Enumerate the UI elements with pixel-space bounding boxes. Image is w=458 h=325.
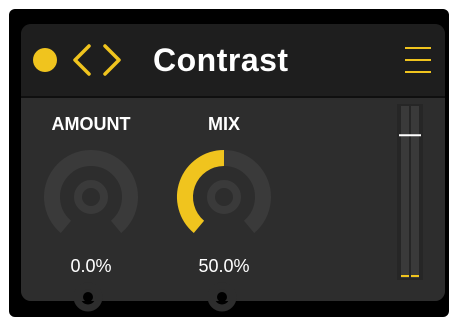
chevron-left-icon[interactable] bbox=[69, 42, 93, 78]
device-panel: Contrast AMOUNT 0.0% MIX 50.0% bbox=[21, 24, 445, 301]
device-body: AMOUNT 0.0% MIX 50.0% bbox=[21, 98, 445, 301]
device-title: Contrast bbox=[153, 42, 289, 78]
amount-knob[interactable] bbox=[36, 142, 146, 252]
meter-right-channel bbox=[411, 106, 419, 278]
mix-knob[interactable] bbox=[169, 142, 279, 252]
mix-value: 50.0% bbox=[198, 256, 250, 276]
amount-label: AMOUNT bbox=[51, 114, 131, 134]
meter-left-channel bbox=[401, 106, 409, 278]
power-dot-icon[interactable] bbox=[33, 48, 57, 72]
device-header: Contrast bbox=[21, 24, 445, 96]
amount-value: 0.0% bbox=[70, 256, 112, 276]
amount-knob-track bbox=[44, 150, 138, 233]
mix-mod-port-icon[interactable] bbox=[207, 282, 237, 312]
amount-knob-center-icon bbox=[74, 180, 108, 214]
amount-mod-port-icon[interactable] bbox=[73, 282, 103, 312]
mix-knob-fill bbox=[177, 150, 225, 234]
mix-label: MIX bbox=[207, 114, 240, 134]
mix-knob-center-icon bbox=[207, 180, 241, 214]
chevron-right-icon[interactable] bbox=[101, 42, 125, 78]
output-meter bbox=[397, 104, 423, 280]
hamburger-menu-icon[interactable] bbox=[403, 44, 433, 76]
